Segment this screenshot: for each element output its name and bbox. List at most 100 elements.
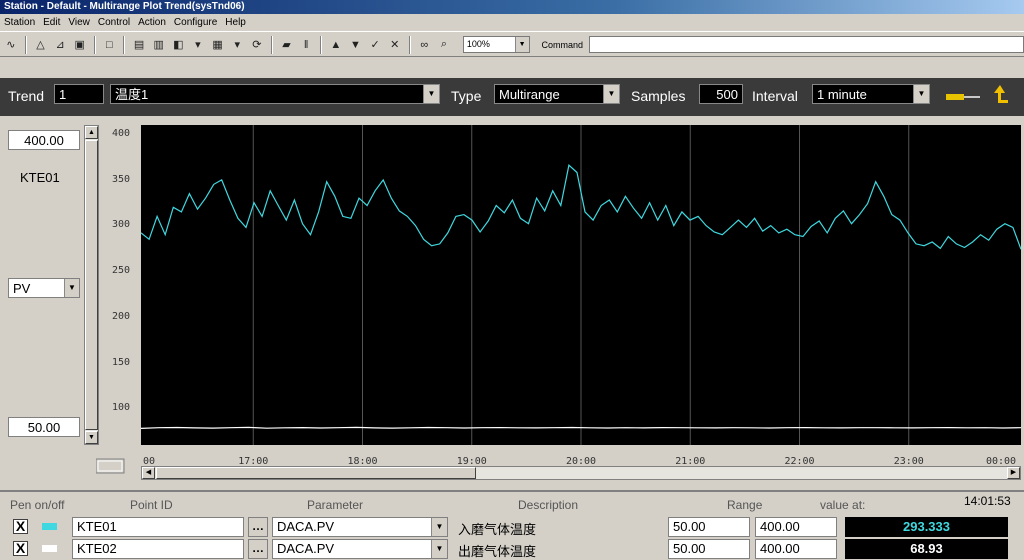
trend-name-value: 温度1 [115, 87, 149, 102]
page-back-icon[interactable]: ◧ [169, 36, 187, 54]
page-down-icon[interactable]: ▥ [150, 36, 168, 54]
pen-row: X KTE01 … DACA.PV ▼ 入磨气体温度 50.00 400.00 … [0, 516, 1024, 538]
chevron-down-icon[interactable]: ▼ [423, 85, 439, 103]
pen-parameter-value: PV [13, 281, 31, 296]
trend-plot[interactable] [140, 125, 1022, 445]
browse-point-button[interactable]: … [248, 517, 268, 537]
pen-checkbox[interactable]: X [13, 541, 28, 556]
browse-point-button[interactable]: … [248, 539, 268, 559]
range-high-field[interactable]: 400.00 [755, 539, 837, 559]
type-label: Type [451, 88, 482, 104]
vertical-scrollbar[interactable]: ▲ ▼ [84, 125, 99, 445]
alarm-edit-icon[interactable]: ⊿ [51, 36, 69, 54]
toolbar-spacer [0, 58, 1024, 78]
pen-color-swatch [42, 545, 57, 552]
point-id-field[interactable]: KTE02 [72, 539, 244, 559]
toolbar-separator [24, 35, 27, 54]
type-value: Multirange [499, 87, 560, 102]
y-tick-label: 250 [112, 265, 131, 277]
pen-value: 293.333 [845, 517, 1008, 537]
range-low-field[interactable]: 50.00 [8, 417, 80, 437]
arrow-down-icon[interactable]: ▼ [347, 36, 365, 54]
value-at-time: 14:01:53 [964, 494, 1011, 508]
chevron-down-icon[interactable]: ▼ [913, 85, 929, 103]
menu-configure[interactable]: Configure [174, 17, 217, 28]
header-point-id: Point ID [130, 498, 173, 512]
range-high-field[interactable]: 400.00 [8, 130, 80, 150]
chevron-down-icon[interactable]: ▼ [603, 85, 619, 103]
pen-description: 入磨气体温度 [458, 522, 537, 537]
faded-page-icon[interactable]: ▦ [209, 36, 227, 54]
series-line-kte02 [140, 426, 1022, 429]
samples-label: Samples [631, 88, 686, 104]
header-pen-onoff: Pen on/off [10, 498, 65, 512]
scroll-left-icon[interactable]: ◀ [142, 467, 155, 479]
menu-control[interactable]: Control [98, 17, 130, 28]
point-id-field[interactable]: KTE01 [72, 517, 244, 537]
y-tick-label: 200 [112, 310, 131, 322]
parameter-select[interactable]: DACA.PV ▼ [272, 517, 448, 537]
display-icon[interactable]: □ [101, 36, 119, 54]
interval-select[interactable]: 1 minute ▼ [812, 84, 930, 104]
y-tick-label: 400 [112, 128, 131, 139]
range-low-field[interactable]: 50.00 [668, 517, 750, 537]
scroll-up-icon[interactable]: ▲ [85, 126, 98, 139]
y-tick-label: 100 [112, 402, 131, 414]
menu-edit[interactable]: Edit [43, 17, 60, 28]
alarm-triangle-icon[interactable]: △ [32, 36, 50, 54]
pen-checkbox[interactable]: X [13, 519, 28, 534]
toolbar-separator [123, 35, 126, 54]
menu-station[interactable]: Station [4, 17, 35, 28]
vertical-scroll-thumb[interactable] [85, 140, 98, 430]
menu-action[interactable]: Action [138, 17, 166, 28]
range-low-field[interactable]: 50.00 [668, 539, 750, 559]
trend-icon[interactable]: ∿ [2, 36, 20, 54]
page-icon[interactable]: ▤ [130, 36, 148, 54]
terminal-icon[interactable]: ▰ [278, 36, 296, 54]
check-icon[interactable]: ✓ [366, 36, 384, 54]
window-title: Station - Default - Multirange Plot Tren… [0, 0, 1024, 14]
trend-number-field[interactable]: 1 [54, 84, 104, 104]
scroll-down-icon[interactable]: ▼ [85, 431, 98, 444]
parameter-value: DACA.PV [277, 541, 335, 556]
arrow-up-return-icon[interactable] [990, 83, 1010, 107]
header-description: Description [518, 498, 579, 512]
pen-parameter-select[interactable]: PV ▼ [8, 278, 80, 298]
chevron-down-icon[interactable]: ▼ [514, 37, 529, 52]
menu-view[interactable]: View [68, 17, 90, 28]
dropdown-arrow-icon[interactable]: ▾ [228, 36, 246, 54]
close-icon[interactable]: ✕ [386, 36, 404, 54]
horizontal-scrollbar[interactable]: ◀ ▶ [141, 466, 1021, 480]
screwdriver-icon[interactable] [946, 90, 982, 104]
pen-color-swatch [42, 523, 57, 530]
scroll-right-icon[interactable]: ▶ [1007, 467, 1020, 479]
samples-field[interactable]: 500 [699, 84, 743, 104]
parameter-value: DACA.PV [277, 519, 335, 534]
refresh-icon[interactable]: ⟳ [248, 36, 266, 54]
parameter-select[interactable]: DACA.PV ▼ [272, 539, 448, 559]
zoom-select[interactable]: 100% ▼ [462, 36, 530, 53]
chevron-down-icon[interactable]: ▼ [431, 540, 447, 558]
zoom-icon[interactable]: ⌕ [435, 36, 453, 54]
active-pen-label: KTE01 [20, 170, 60, 185]
menu-help[interactable]: Help [225, 17, 246, 28]
dropdown-arrow-icon[interactable]: ▾ [189, 36, 207, 54]
interval-label: Interval [752, 88, 798, 104]
trend-name-select[interactable]: 温度1 ▼ [110, 84, 440, 104]
resize-grip-icon[interactable] [96, 455, 126, 475]
range-high-field[interactable]: 400.00 [755, 517, 837, 537]
type-select[interactable]: Multirange ▼ [494, 84, 620, 104]
window-icon[interactable]: ▣ [71, 36, 89, 54]
chevron-down-icon[interactable]: ▼ [431, 518, 447, 536]
y-tick-label: 150 [112, 356, 131, 368]
bars-icon[interactable]: ‖ [297, 36, 315, 54]
range-panel: 400.00 KTE01 PV ▼ 50.00 [0, 120, 84, 490]
command-input[interactable] [589, 36, 1024, 53]
horizontal-scroll-thumb[interactable] [156, 467, 476, 479]
chevron-down-icon[interactable]: ▼ [64, 279, 79, 297]
glasses-icon[interactable]: ∞ [416, 36, 434, 54]
y-tick-label: 350 [112, 173, 131, 185]
menu-bar: Station Edit View Control Action Configu… [0, 14, 1024, 32]
arrow-up-icon[interactable]: ▲ [327, 36, 345, 54]
header-parameter: Parameter [307, 498, 364, 512]
